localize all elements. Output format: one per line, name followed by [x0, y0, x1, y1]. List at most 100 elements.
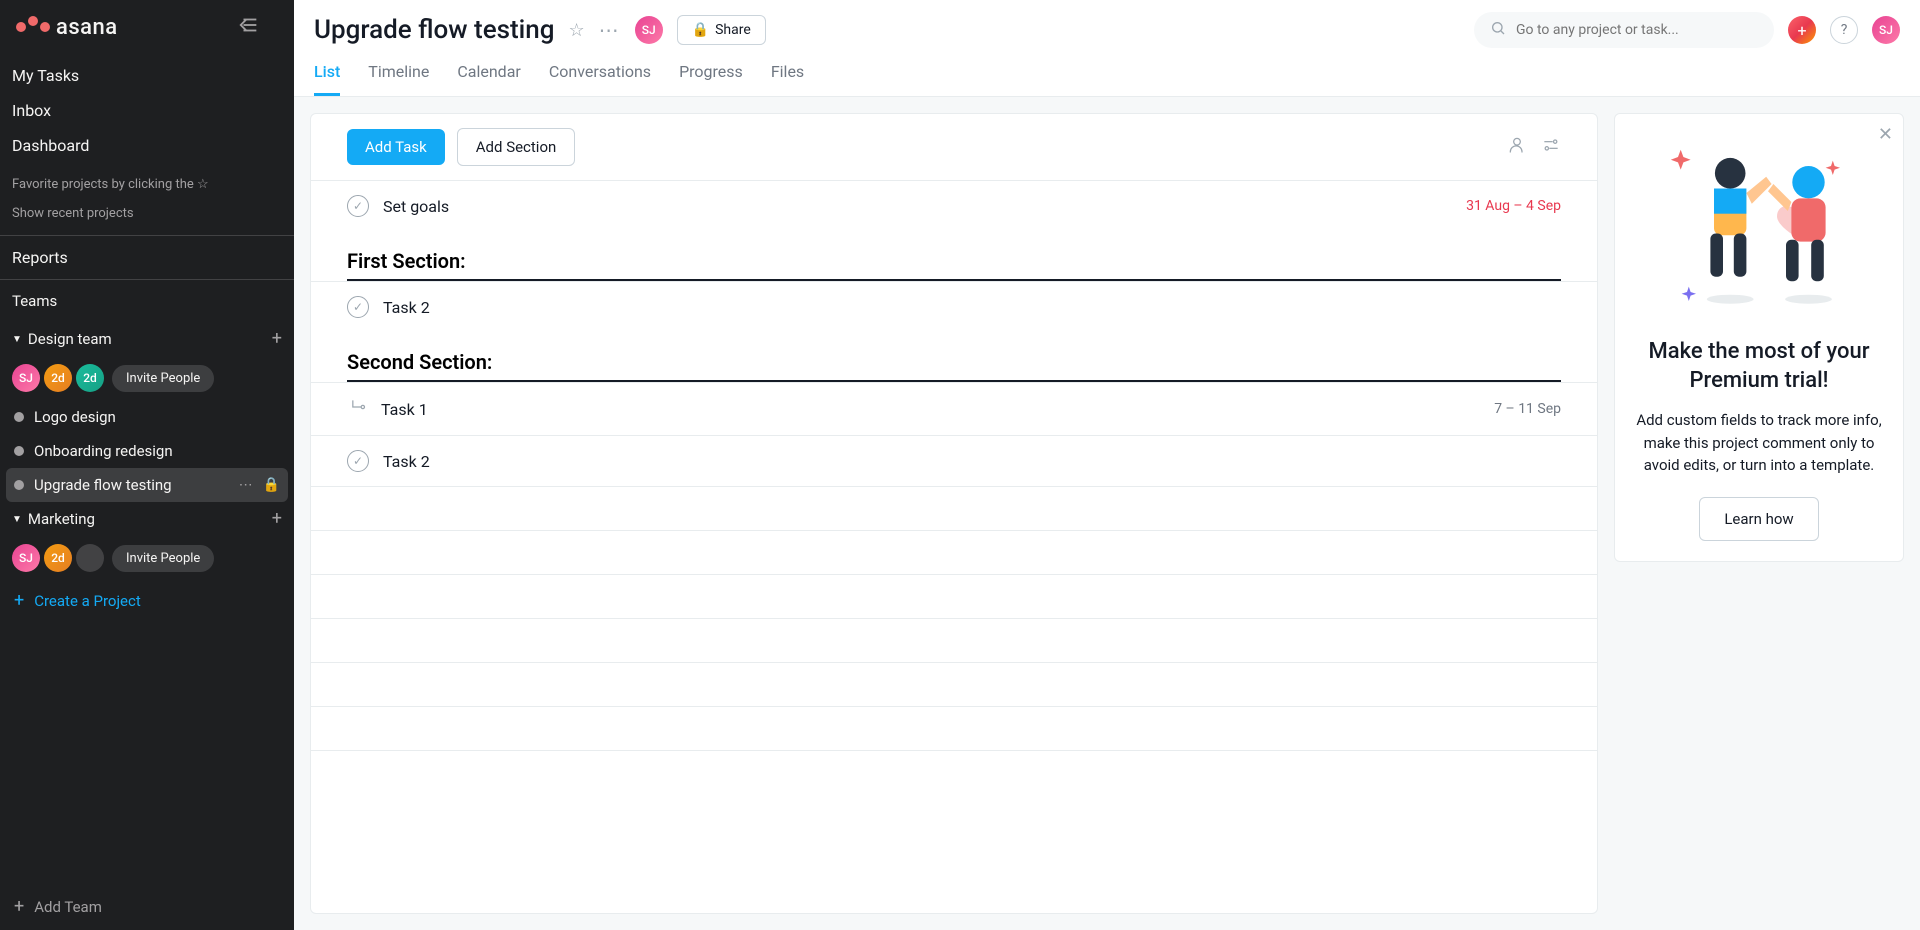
plus-icon: +: [1797, 21, 1806, 40]
avatar[interactable]: SJ: [12, 364, 40, 392]
empty-task-row[interactable]: [311, 530, 1597, 574]
logo[interactable]: asana: [16, 15, 118, 40]
lock-icon: 🔒: [263, 477, 280, 493]
invite-people-button[interactable]: Invite People: [112, 545, 214, 572]
search-icon: [1490, 20, 1506, 40]
task-date: 7 – 11 Sep: [1494, 401, 1561, 417]
sidebar: asana My Tasks Inbox Dashboard Favorite …: [0, 0, 294, 930]
create-project-button[interactable]: + Create a Project: [0, 580, 294, 622]
empty-task-row[interactable]: [311, 706, 1597, 750]
project-header: Upgrade flow testing ☆ ⋯ SJ 🔒 Share + ? …: [294, 0, 1920, 48]
task-toolbar: Add Task Add Section: [311, 114, 1597, 180]
close-icon[interactable]: ✕: [1878, 124, 1893, 145]
person-icon[interactable]: [1507, 135, 1527, 159]
task-list-pane: Add Task Add Section Set goals 31 Aug – …: [310, 113, 1598, 914]
star-icon: ☆: [197, 177, 209, 192]
project-dot-icon: [14, 446, 24, 456]
tab-timeline[interactable]: Timeline: [368, 62, 429, 96]
avatar[interactable]: SJ: [635, 16, 663, 44]
sidebar-header: asana: [0, 0, 294, 54]
complete-checkbox[interactable]: [347, 296, 369, 318]
nav-dashboard[interactable]: Dashboard: [12, 128, 282, 163]
add-to-team-icon[interactable]: +: [272, 510, 282, 528]
project-dot-icon: [14, 480, 24, 490]
teams-label: Teams: [0, 280, 294, 322]
user-avatar[interactable]: SJ: [1872, 16, 1900, 44]
promo-text: Add custom fields to track more info, ma…: [1635, 409, 1883, 477]
project-name: Logo design: [34, 408, 116, 426]
avatar-placeholder[interactable]: [76, 544, 104, 572]
search-input[interactable]: [1516, 22, 1758, 38]
task-name: Task 2: [383, 298, 1561, 317]
tab-conversations[interactable]: Conversations: [549, 62, 651, 96]
team-avatars-marketing: SJ 2d Invite People: [0, 536, 294, 580]
avatar[interactable]: SJ: [12, 544, 40, 572]
empty-task-row[interactable]: [311, 618, 1597, 662]
project-item[interactable]: Onboarding redesign: [0, 434, 294, 468]
show-recent-projects[interactable]: Show recent projects: [0, 200, 294, 235]
project-name: Upgrade flow testing: [34, 476, 172, 494]
lock-icon: 🔒: [692, 22, 709, 38]
more-icon[interactable]: ⋯: [239, 477, 253, 493]
add-to-team-icon[interactable]: +: [272, 330, 282, 348]
project-item-active[interactable]: Upgrade flow testing ⋯ 🔒: [6, 468, 288, 502]
project-tabs: List Timeline Calendar Conversations Pro…: [294, 48, 1920, 97]
tab-list[interactable]: List: [314, 62, 340, 96]
collapse-sidebar-icon[interactable]: [238, 14, 260, 40]
primary-nav: My Tasks Inbox Dashboard: [0, 54, 294, 167]
project-dot-icon: [14, 412, 24, 422]
project-name: Onboarding redesign: [34, 442, 173, 460]
team-header-marketing[interactable]: ▼ Marketing +: [0, 502, 294, 536]
add-task-button[interactable]: Add Task: [347, 129, 445, 165]
task-name: Set goals: [383, 197, 1452, 216]
subtask-icon: [347, 397, 367, 421]
favorites-hint: Favorite projects by clicking the ☆: [0, 167, 294, 200]
learn-how-button[interactable]: Learn how: [1699, 497, 1818, 541]
complete-checkbox[interactable]: [347, 195, 369, 217]
avatar[interactable]: 2d: [44, 364, 72, 392]
more-icon[interactable]: ⋯: [599, 18, 621, 42]
avatar[interactable]: 2d: [44, 544, 72, 572]
premium-promo-panel: ✕: [1614, 113, 1904, 562]
empty-task-row[interactable]: [311, 662, 1597, 706]
task-row[interactable]: Task 1 7 – 11 Sep: [311, 382, 1597, 435]
team-avatars-design: SJ 2d 2d Invite People: [0, 356, 294, 400]
tab-progress[interactable]: Progress: [679, 62, 743, 96]
task-row[interactable]: Set goals 31 Aug – 4 Sep: [311, 180, 1597, 231]
page-title: Upgrade flow testing: [314, 15, 555, 45]
empty-task-row[interactable]: [311, 486, 1597, 530]
plus-icon: +: [14, 898, 24, 916]
help-button[interactable]: ?: [1830, 16, 1858, 44]
chevron-down-icon: ▼: [12, 334, 22, 345]
nav-inbox[interactable]: Inbox: [12, 93, 282, 128]
section-header[interactable]: First Section:: [347, 231, 1561, 281]
task-row[interactable]: Task 2: [311, 435, 1597, 486]
nav-my-tasks[interactable]: My Tasks: [12, 58, 282, 93]
section-header[interactable]: Second Section:: [347, 332, 1561, 382]
nav-reports[interactable]: Reports: [0, 236, 294, 279]
global-search[interactable]: [1474, 12, 1774, 48]
quick-add-button[interactable]: +: [1788, 16, 1816, 44]
add-team-button[interactable]: + Add Team: [0, 884, 294, 930]
task-row[interactable]: Task 2: [311, 281, 1597, 332]
filter-icon[interactable]: [1541, 135, 1561, 159]
star-icon[interactable]: ☆: [569, 20, 585, 41]
project-item[interactable]: Logo design: [0, 400, 294, 434]
promo-title: Make the most of your Premium trial!: [1635, 338, 1883, 395]
share-button[interactable]: 🔒 Share: [677, 15, 766, 45]
empty-task-row[interactable]: [311, 574, 1597, 618]
add-section-button[interactable]: Add Section: [457, 128, 576, 166]
empty-task-row[interactable]: [311, 750, 1597, 794]
complete-checkbox[interactable]: [347, 450, 369, 472]
avatar[interactable]: 2d: [76, 364, 104, 392]
logo-text: asana: [56, 15, 118, 40]
tab-files[interactable]: Files: [771, 62, 804, 96]
task-date: 31 Aug – 4 Sep: [1466, 198, 1561, 214]
tab-calendar[interactable]: Calendar: [457, 62, 520, 96]
promo-illustration: [1635, 134, 1883, 324]
team-header-design[interactable]: ▼ Design team +: [0, 322, 294, 356]
invite-people-button[interactable]: Invite People: [112, 365, 214, 392]
team-name: Design team: [28, 330, 112, 348]
logo-dots-icon: [16, 22, 50, 32]
team-name: Marketing: [28, 510, 95, 528]
